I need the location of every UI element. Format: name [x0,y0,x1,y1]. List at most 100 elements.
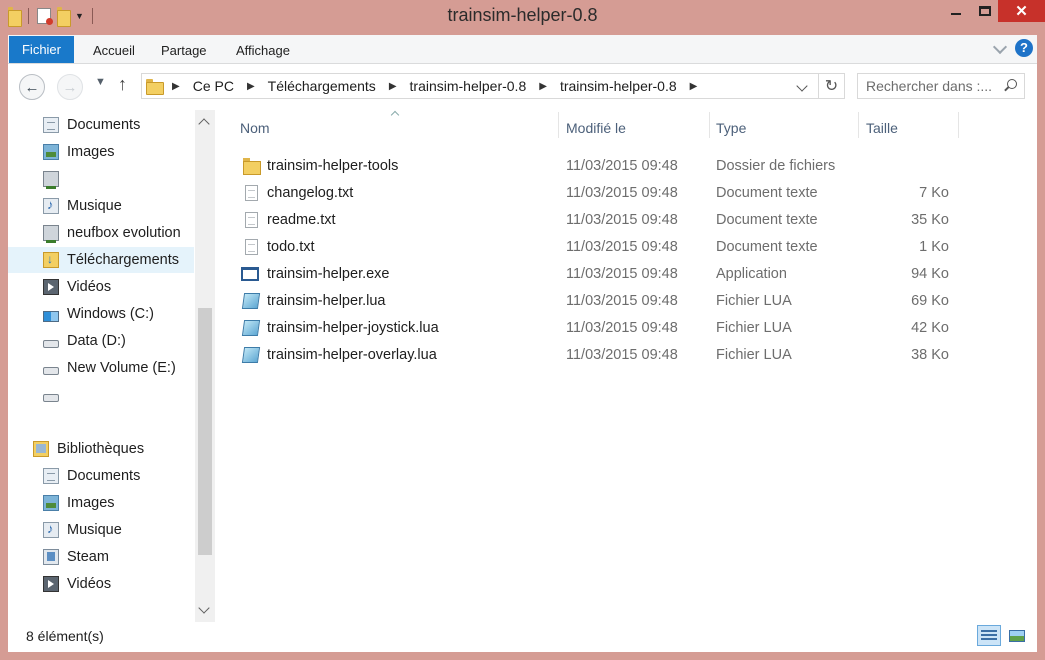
file-row[interactable]: readme.txt 11/03/2015 09:48 Document tex… [235,207,955,233]
steam-icon [43,549,59,565]
sidebar-item-neufbox[interactable]: neufbox evolution [43,220,181,246]
up-button[interactable]: ↑ [118,74,127,95]
file-row[interactable]: trainsim-helper-overlay.lua 11/03/2015 0… [235,342,955,368]
downloads-icon [43,252,59,268]
breadcrumb-separator-icon[interactable]: ▶ [172,81,180,92]
sidebar-item-images[interactable]: Images [43,139,115,165]
application-icon [241,267,259,281]
breadcrumb-telechargements[interactable]: Téléchargements [268,78,376,94]
file-row[interactable]: trainsim-helper-tools 11/03/2015 09:48 D… [235,153,955,179]
forward-button[interactable]: → [57,74,83,100]
title-bar[interactable]: ▼ trainsim-helper-0.8 ✕ [0,0,1045,34]
refresh-button[interactable]: ↻ [819,73,845,99]
breadcrumb-separator-icon[interactable]: ▶ [539,81,547,92]
expand-ribbon-chevron-icon[interactable] [993,41,1007,55]
drive-icon [43,367,59,375]
images-icon [43,495,59,511]
sidebar-item-data-d[interactable]: Data (D:) [43,328,126,354]
sidebar-item-lib-musique[interactable]: Musique [43,517,122,543]
scroll-down-arrow-icon[interactable] [198,602,210,614]
sidebar-item-new-volume-e[interactable]: New Volume (E:) [43,355,176,381]
file-type: Document texte [716,212,818,228]
sidebar-item-musique[interactable]: Musique [43,193,122,219]
sidebar-item-videos[interactable]: Vidéos [43,274,111,300]
file-name: todo.txt [267,239,315,255]
sidebar-item-lib-steam[interactable]: Steam [43,544,109,570]
scroll-up-arrow-icon[interactable] [198,118,210,130]
scrollbar-thumb[interactable] [198,308,212,555]
sidebar-item-label: neufbox evolution [67,225,181,241]
sidebar-item-telechargements[interactable]: Téléchargements [8,247,194,273]
details-view-button[interactable] [977,625,1001,646]
sidebar-item-lib-images[interactable]: Images [43,490,115,516]
sidebar-item-label: Documents [67,117,141,133]
address-bar[interactable]: ▶ Ce PC ▶ Téléchargements ▶ trainsim-hel… [141,73,819,99]
column-header-size[interactable]: Taille [866,110,956,141]
minimize-button[interactable] [940,0,971,22]
file-size: 7 Ko [919,185,949,201]
close-button[interactable]: ✕ [998,0,1045,22]
sidebar-item-bibliotheques[interactable]: Bibliothèques [33,436,144,462]
breadcrumb-separator-icon[interactable]: ▶ [389,81,397,92]
breadcrumb-trainsim-parent[interactable]: trainsim-helper-0.8 [410,78,527,94]
search-placeholder: Rechercher dans :... [866,78,993,94]
sidebar-item-label: Téléchargements [67,252,180,268]
sidebar-item-network-drive[interactable] [43,166,67,192]
file-type: Fichier LUA [716,320,792,336]
breadcrumb-separator-icon[interactable]: ▶ [247,81,255,92]
help-button[interactable]: ? [1015,39,1033,57]
maximize-button[interactable] [971,0,998,22]
large-icons-view-button[interactable] [1005,625,1029,646]
file-name: trainsim-helper-joystick.lua [267,320,439,336]
folder-icon [243,158,261,175]
navigation-bar: ← → ▼ ↑ ▶ Ce PC ▶ Téléchargements ▶ trai… [8,64,1037,110]
column-header-type[interactable]: Type [716,110,856,141]
network-drive-icon [43,171,59,189]
recent-locations-dropdown-icon[interactable]: ▼ [95,76,106,88]
file-row[interactable]: changelog.txt 11/03/2015 09:48 Document … [235,180,955,206]
tab-affichage[interactable]: Affichage [236,35,290,64]
tab-accueil[interactable]: Accueil [93,35,135,64]
sidebar-item-label: Musique [67,198,122,214]
documents-icon [43,468,59,484]
column-divider[interactable] [958,112,959,138]
column-header-name[interactable]: Nom [240,110,556,141]
file-type: Document texte [716,185,818,201]
file-row[interactable]: trainsim-helper.exe 11/03/2015 09:48 App… [235,261,955,287]
tab-fichier[interactable]: Fichier [9,36,74,63]
file-modified: 11/03/2015 09:48 [566,158,678,174]
file-row[interactable]: trainsim-helper.lua 11/03/2015 09:48 Fic… [235,288,955,314]
column-divider[interactable] [858,112,859,138]
navigation-pane: Documents Images Musique neufbox evoluti… [8,110,195,622]
breadcrumb-separator-icon[interactable]: ▶ [690,81,698,92]
ribbon-right-controls: ? [993,39,1033,57]
window-controls: ✕ [940,0,1045,22]
windows-drive-icon [43,310,59,322]
search-input[interactable]: Rechercher dans :... [857,73,1025,99]
file-size: 42 Ko [911,320,949,336]
sidebar-item-label: Images [67,144,115,160]
breadcrumb-trainsim-current[interactable]: trainsim-helper-0.8 [560,78,677,94]
file-row[interactable]: todo.txt 11/03/2015 09:48 Document texte… [235,234,955,260]
back-button[interactable]: ← [19,74,45,100]
file-type: Document texte [716,239,818,255]
breadcrumb-ce-pc[interactable]: Ce PC [193,78,234,94]
file-row[interactable]: trainsim-helper-joystick.lua 11/03/2015 … [235,315,955,341]
file-name: trainsim-helper.lua [267,293,386,309]
navigation-pane-scrollbar[interactable] [195,110,215,622]
file-size: 94 Ko [911,266,949,282]
column-header-modified[interactable]: Modifié le [566,110,706,141]
sidebar-item-label: Bibliothèques [57,441,145,457]
sidebar-item-lib-documents[interactable]: Documents [43,463,140,489]
sidebar-item-lib-videos[interactable]: Vidéos [43,571,111,597]
sidebar-item-removable-drive[interactable] [43,382,67,408]
file-name: trainsim-helper-overlay.lua [267,347,437,363]
sidebar-item-documents[interactable]: Documents [43,112,140,138]
sidebar-item-windows-c[interactable]: Windows (C:) [43,301,154,327]
sidebar-item-label: New Volume (E:) [67,360,176,376]
file-size [858,153,949,179]
column-divider[interactable] [558,112,559,138]
music-icon [43,521,59,538]
column-divider[interactable] [709,112,710,138]
tab-partage[interactable]: Partage [161,35,207,64]
